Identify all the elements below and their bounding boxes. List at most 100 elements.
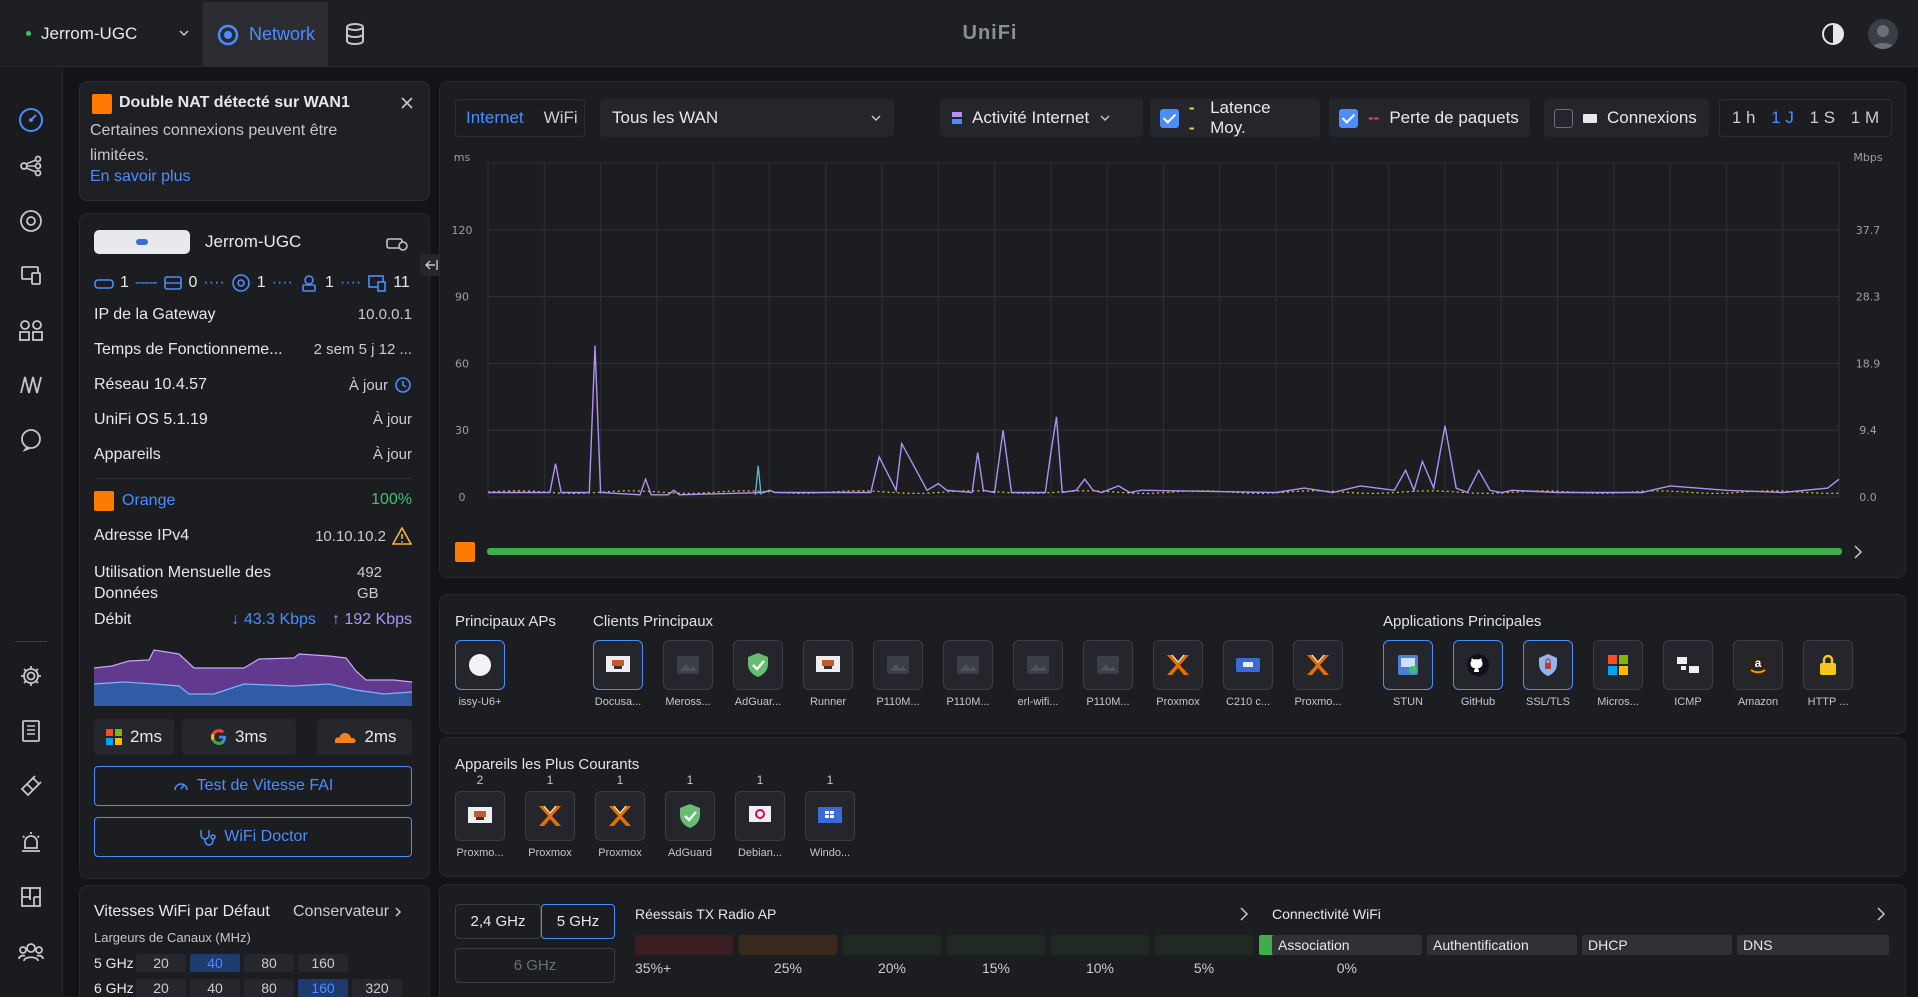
activity-select[interactable]: Activité Internet <box>940 99 1143 137</box>
connections-toggle[interactable]: Connexions <box>1544 99 1709 137</box>
latency-toggle[interactable]: -- Latence Moy. <box>1150 98 1320 137</box>
close-icon[interactable] <box>400 96 414 110</box>
top-client-tile[interactable] <box>593 640 643 690</box>
top-app-tile[interactable] <box>1803 640 1853 690</box>
top-app-tile[interactable] <box>1523 640 1573 690</box>
connectivity-step-authentication[interactable]: Authentification <box>1427 935 1577 955</box>
wan-select[interactable]: Tous les WAN <box>600 99 894 137</box>
nav-devices[interactable] <box>17 207 45 235</box>
common-device-tile[interactable] <box>595 791 645 841</box>
internet-activity-chart[interactable]: msMbps12037.79028.36018.9309.400.000:000… <box>440 142 1907 512</box>
top-app-tile[interactable] <box>1453 640 1503 690</box>
range-1h[interactable]: 1 h <box>1732 108 1756 128</box>
top-client-tile[interactable] <box>1153 640 1203 690</box>
learn-more-link[interactable]: En savoir plus <box>90 168 191 186</box>
nav-clients[interactable] <box>17 261 45 289</box>
width-option[interactable]: 160 <box>298 954 348 972</box>
history-icon[interactable] <box>394 376 412 394</box>
screen-icon <box>604 654 632 676</box>
database-icon[interactable] <box>344 22 366 46</box>
range-1m[interactable]: 1 M <box>1851 108 1879 128</box>
packet-loss-toggle[interactable]: -- Perte de paquets <box>1329 99 1530 137</box>
range-1d[interactable]: 1 J <box>1771 108 1794 128</box>
document-list-icon <box>22 720 40 742</box>
tab-internet[interactable]: Internet <box>456 108 534 128</box>
top-client-tile[interactable] <box>733 640 783 690</box>
width-option-selected[interactable]: 160 <box>298 979 348 997</box>
top-client-tile[interactable] <box>663 640 713 690</box>
placeholder-icon <box>955 654 981 676</box>
wifi-speeds-mode[interactable]: Conservateur <box>293 903 403 921</box>
top-client-tile[interactable] <box>1083 640 1133 690</box>
retry-bucket-label: 15% <box>981 960 1011 976</box>
site-switcher[interactable]: Jerrom-UGC <box>20 0 190 67</box>
nav-floorplan[interactable] <box>17 883 45 911</box>
width-option[interactable]: 320 <box>352 979 402 997</box>
top-client-tile[interactable] <box>1223 640 1273 690</box>
connectivity-step-dns[interactable]: DNS <box>1737 935 1889 955</box>
common-device-tile[interactable] <box>735 791 785 841</box>
band-6ghz-button[interactable]: 6 GHz <box>455 948 615 983</box>
common-device-tile[interactable] <box>805 791 855 841</box>
retry-bucket-bar[interactable] <box>1051 935 1149 955</box>
connectivity-step-association[interactable]: Association <box>1272 935 1422 955</box>
common-device-tile[interactable] <box>455 791 505 841</box>
top-client-tile[interactable] <box>1013 640 1063 690</box>
nav-settings[interactable] <box>17 662 45 690</box>
top-app-tile[interactable] <box>1383 640 1433 690</box>
packet-loss-checkbox[interactable] <box>1339 108 1358 128</box>
warning-icon[interactable] <box>392 527 412 545</box>
tab-wifi[interactable]: WiFi <box>534 108 588 128</box>
range-1w[interactable]: 1 S <box>1810 108 1836 128</box>
nav-logs[interactable] <box>17 717 45 745</box>
top-app-tile[interactable] <box>1663 640 1713 690</box>
top-client-label: erl-wifi... <box>1017 696 1059 708</box>
width-option[interactable]: 80 <box>244 979 294 997</box>
chevron-right-icon[interactable] <box>1876 906 1886 922</box>
top-client-tile[interactable] <box>803 640 853 690</box>
chevron-right-icon[interactable] <box>1852 544 1864 560</box>
nav-dashboard[interactable] <box>17 106 45 134</box>
retry-bucket-bar[interactable] <box>947 935 1045 955</box>
network-app-tab[interactable]: Network <box>203 2 328 67</box>
retry-bucket-bar[interactable] <box>843 935 941 955</box>
top-client-label: Proxmo... <box>1294 696 1342 708</box>
retry-bucket-bar[interactable] <box>635 935 733 955</box>
connectivity-step-dhcp[interactable]: DHCP <box>1582 935 1732 955</box>
common-device-tile[interactable] <box>525 791 575 841</box>
retry-bucket-bar[interactable] <box>739 935 837 955</box>
chevron-right-icon[interactable] <box>1239 906 1249 922</box>
nav-alarms[interactable] <box>17 426 45 454</box>
nav-alerts[interactable] <box>17 828 45 856</box>
nav-integrations[interactable] <box>17 772 45 800</box>
nav-insights[interactable] <box>17 316 45 344</box>
top-client-tile[interactable] <box>873 640 923 690</box>
top-client-tile[interactable] <box>943 640 993 690</box>
wifi-doctor-button[interactable]: WiFi Doctor <box>94 817 412 857</box>
top-app-tile[interactable]: a <box>1733 640 1783 690</box>
latency-checkbox[interactable] <box>1160 108 1179 128</box>
band-2-4ghz-button[interactable]: 2,4 GHz <box>455 904 541 939</box>
top-app-tile[interactable] <box>1593 640 1643 690</box>
theme-toggle-icon[interactable] <box>1821 22 1845 46</box>
width-option[interactable]: 40 <box>190 979 240 997</box>
top-ap-tile[interactable] <box>455 640 505 690</box>
isp-speed-test-button[interactable]: Test de Vitesse FAI <box>94 766 412 806</box>
width-option[interactable]: 20 <box>136 954 186 972</box>
chevron-down-icon <box>1100 115 1110 122</box>
connections-checkbox[interactable] <box>1554 108 1573 128</box>
retry-bucket-bar[interactable] <box>1155 935 1253 955</box>
user-avatar[interactable] <box>1868 19 1898 49</box>
common-device-tile[interactable] <box>665 791 715 841</box>
width-option[interactable]: 80 <box>244 954 294 972</box>
nav-admins[interactable] <box>17 938 45 966</box>
download-spike[interactable] <box>754 465 762 495</box>
band-5ghz-button[interactable]: 5 GHz <box>541 904 615 939</box>
isp-name[interactable]: Orange <box>122 492 175 510</box>
width-option-selected[interactable]: 40 <box>190 954 240 972</box>
width-option[interactable]: 20 <box>136 979 186 997</box>
gateway-settings-icon[interactable] <box>386 234 408 252</box>
nav-radios[interactable] <box>17 371 45 399</box>
top-client-tile[interactable] <box>1293 640 1343 690</box>
nav-topology[interactable] <box>17 152 45 180</box>
